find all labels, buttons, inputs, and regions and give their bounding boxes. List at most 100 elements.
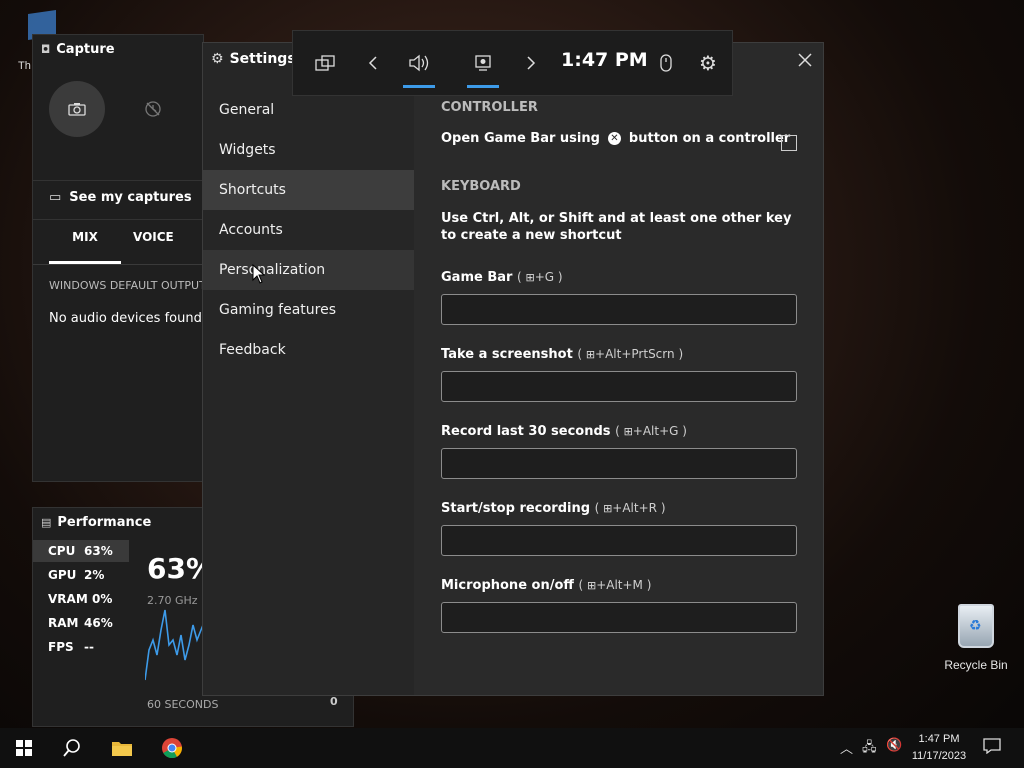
metric-key: FPS — [48, 640, 74, 654]
metric-value: 63% — [84, 544, 113, 558]
xbox-icon: ✕ — [607, 132, 621, 145]
taskbar-time: 1:47 PM — [918, 733, 960, 745]
performance-title: Performance — [57, 514, 152, 530]
settings-sidebar: ⚙ Settings General Widgets Shortcuts Acc… — [203, 43, 414, 695]
chrome-button[interactable] — [148, 728, 196, 768]
nav-widgets[interactable]: Widgets — [203, 130, 414, 170]
divider — [33, 219, 203, 220]
nav-accounts[interactable]: Accounts — [203, 210, 414, 250]
windows-key-icon: ⊞ — [525, 271, 535, 284]
settings-title-bar[interactable]: ⚙ Settings — [211, 51, 296, 67]
controller-option: Open Game Bar using ✕ button on a contro… — [441, 131, 790, 146]
shortcut-hint: ( ⊞+G ) — [516, 270, 563, 284]
shortcut-name: Start/stop recording — [441, 501, 591, 516]
keyboard-header: KEYBOARD — [441, 179, 521, 194]
game-bar: 1:47 PM ⚙ — [292, 30, 733, 96]
capture-widget-icon: ◘ — [41, 42, 51, 56]
capture-title-bar[interactable]: ◘ Capture — [33, 35, 203, 63]
shortcut-hint: ( ⊞+Alt+M ) — [578, 578, 652, 592]
shortcut-label: Start/stop recording ( ⊞+Alt+R ) — [441, 501, 666, 516]
metric-row-cpu[interactable]: CPU 63% — [33, 540, 129, 562]
metric-key: RAM — [48, 616, 79, 630]
shortcut-hint-text: +Alt+M — [596, 578, 643, 592]
mouse-icon — [660, 54, 672, 72]
metric-row-vram[interactable]: VRAM 0% — [33, 588, 129, 610]
mouse-toggle-button[interactable] — [649, 31, 683, 95]
close-icon — [798, 53, 812, 67]
search-button[interactable] — [48, 728, 96, 768]
scroll-right-button[interactable] — [513, 31, 549, 95]
start-button[interactable] — [0, 728, 48, 768]
shortcut-hint-text: +Alt+G — [632, 424, 679, 438]
screenshot-button[interactable] — [49, 81, 105, 137]
metric-value: 0% — [92, 592, 113, 606]
gear-icon: ⚙ — [699, 51, 717, 75]
controller-text-post: button on a controller — [628, 131, 791, 146]
record-history-icon — [145, 101, 161, 117]
file-explorer-button[interactable] — [98, 728, 146, 768]
scroll-left-button[interactable] — [355, 31, 391, 95]
recycle-bin-icon: ♻ — [958, 604, 994, 648]
tab-mix[interactable]: MIX — [49, 230, 121, 244]
nav-general[interactable]: General — [203, 90, 414, 130]
mouse-cursor-icon — [252, 264, 266, 284]
game-bar-shortcut-input[interactable] — [441, 294, 797, 325]
controller-text-pre: Open Game Bar using — [441, 131, 600, 146]
microphone-shortcut-input[interactable] — [441, 602, 797, 633]
shortcut-hint-text: +G — [534, 270, 555, 284]
controller-header: CONTROLLER — [441, 100, 538, 115]
nav-personalization[interactable]: Personalization — [203, 250, 414, 290]
notification-icon[interactable] — [983, 738, 1001, 758]
tab-voice[interactable]: VOICE — [133, 230, 174, 244]
start-stop-recording-shortcut-input[interactable] — [441, 525, 797, 556]
shortcut-label: Record last 30 seconds ( ⊞+Alt+G ) — [441, 424, 687, 439]
windows-key-icon: ⊞ — [603, 502, 613, 515]
metric-row-gpu[interactable]: GPU 2% — [33, 564, 129, 586]
taskbar-clock[interactable]: 1:47 PM 11/17/2023 — [904, 731, 974, 765]
camera-icon — [68, 103, 86, 116]
divider — [33, 264, 203, 265]
nav-feedback[interactable]: Feedback — [203, 330, 414, 370]
recycle-bin-label: Recycle Bin — [944, 658, 1008, 672]
chevron-up-icon[interactable]: ︿ — [840, 738, 853, 757]
gallery-icon: ▭ — [49, 190, 62, 205]
controller-checkbox[interactable] — [781, 135, 797, 151]
metric-key: CPU — [48, 544, 76, 558]
keyboard-description: Use Ctrl, Alt, or Shift and at least one… — [441, 211, 792, 243]
volume-muted-icon[interactable]: 🔇 — [886, 738, 902, 753]
windows-key-icon: ⊞ — [586, 579, 597, 592]
metric-row-fps[interactable]: FPS -- — [33, 636, 129, 658]
taskbar: ︿ 🖧 🔇 1:47 PM 11/17/2023 — [0, 728, 1024, 768]
shortcut-hint-text: +Alt+PrtScrn — [595, 347, 675, 361]
settings-button[interactable]: ⚙ — [691, 31, 725, 95]
widget-menu-button[interactable] — [307, 31, 343, 95]
windows-key-icon: ⊞ — [585, 348, 596, 361]
shortcut-hint: ( ⊞+Alt+G ) — [615, 424, 687, 438]
performance-widget-icon: ▤ — [41, 515, 52, 529]
see-my-captures-link[interactable]: ▭ See my captures — [49, 190, 192, 205]
recycle-bin[interactable]: ♻ Recycle Bin — [936, 600, 1016, 672]
nav-gaming-features[interactable]: Gaming features — [203, 290, 414, 330]
speaker-icon — [409, 54, 429, 72]
chrome-icon — [162, 738, 182, 759]
output-device-label: WINDOWS DEFAULT OUTPUT — [49, 279, 206, 292]
shortcut-name: Game Bar — [441, 270, 513, 285]
capture-icon — [475, 55, 491, 71]
record-last-button[interactable] — [125, 81, 181, 137]
settings-title: Settings — [229, 51, 296, 67]
record-last-shortcut-input[interactable] — [441, 448, 797, 479]
nav-shortcuts[interactable]: Shortcuts — [203, 170, 414, 210]
shortcut-hint: ( ⊞+Alt+PrtScrn ) — [577, 347, 684, 361]
metric-row-ram[interactable]: RAM 46% — [33, 612, 129, 634]
graph-min-value: 0 — [330, 695, 338, 708]
graph-time-window: 60 SECONDS — [147, 698, 219, 711]
screenshot-shortcut-input[interactable] — [441, 371, 797, 402]
shortcut-label: Take a screenshot ( ⊞+Alt+PrtScrn ) — [441, 347, 683, 362]
divider — [33, 180, 203, 181]
metric-value: -- — [84, 640, 94, 654]
no-audio-devices-text: No audio devices found — [49, 311, 202, 326]
network-icon[interactable]: 🖧 — [862, 738, 877, 760]
game-bar-clock: 1:47 PM — [561, 49, 648, 71]
capture-active-indicator — [467, 85, 499, 88]
close-button[interactable] — [793, 49, 817, 73]
